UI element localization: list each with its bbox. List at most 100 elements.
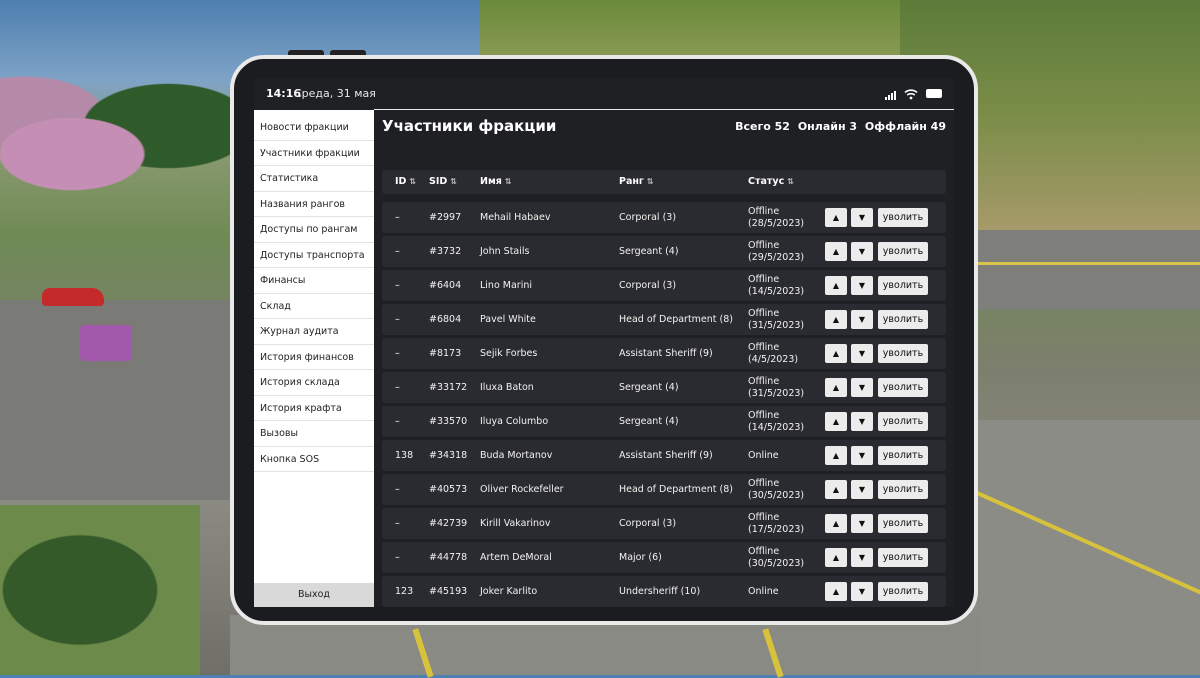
fire-button[interactable]: уволить — [878, 208, 928, 227]
tablet-screen: 14:16 Среда, 31 мая Новости фракции Участ… — [254, 79, 954, 607]
arrow-up-icon: ▲ — [832, 587, 840, 596]
sort-icon: ⇅ — [504, 177, 512, 186]
arrow-down-icon: ▼ — [858, 383, 866, 392]
sidebar-item[interactable]: История склада — [254, 370, 374, 396]
fire-button[interactable]: уволить — [878, 480, 928, 499]
sidebar-item[interactable]: Вызовы — [254, 421, 374, 447]
demote-button[interactable]: ▼ — [851, 514, 873, 533]
fire-button[interactable]: уволить — [878, 242, 928, 261]
fire-button[interactable]: уволить — [878, 514, 928, 533]
offline-count: Оффлайн 49 — [864, 120, 946, 133]
row-actions: ▲ ▼ уволить — [825, 344, 928, 363]
member-sid: #6404 — [429, 280, 462, 291]
status-bar: 14:16 Среда, 31 мая — [254, 79, 954, 109]
promote-button[interactable]: ▲ — [825, 310, 847, 329]
fire-button[interactable]: уволить — [878, 446, 928, 465]
fire-button[interactable]: уволить — [878, 344, 928, 363]
arrow-down-icon: ▼ — [858, 587, 866, 596]
fire-button[interactable]: уволить — [878, 378, 928, 397]
row-actions: ▲ ▼ уволить — [825, 276, 928, 295]
column-header-rank[interactable]: Ранг ⇅ — [619, 170, 654, 194]
sidebar-item[interactable]: Статистика — [254, 166, 374, 192]
promote-button[interactable]: ▲ — [825, 548, 847, 567]
demote-button[interactable]: ▼ — [851, 412, 873, 431]
demote-button[interactable]: ▼ — [851, 480, 873, 499]
status-date: (28/5/2023) — [748, 217, 805, 229]
promote-button[interactable]: ▲ — [825, 378, 847, 397]
fire-button[interactable]: уволить — [878, 412, 928, 431]
page-title: Участники фракции — [382, 117, 557, 135]
arrow-up-icon: ▲ — [832, 451, 840, 460]
member-status: Offline (14/5/2023) — [748, 406, 820, 437]
demote-button[interactable]: ▼ — [851, 276, 873, 295]
promote-button[interactable]: ▲ — [825, 412, 847, 431]
exit-button[interactable]: Выход — [254, 583, 374, 607]
battery-icon — [926, 89, 942, 98]
member-sid: #40573 — [429, 484, 468, 495]
member-rank: Corporal (3) — [619, 212, 677, 223]
demote-button[interactable]: ▼ — [851, 378, 873, 397]
member-sid: #8173 — [429, 348, 462, 359]
status-date: Среда, 31 мая — [294, 87, 376, 100]
sidebar-item[interactable]: Доступы по рангам — [254, 217, 374, 243]
demote-button[interactable]: ▼ — [851, 242, 873, 261]
arrow-down-icon: ▼ — [858, 485, 866, 494]
fire-button[interactable]: уволить — [878, 276, 928, 295]
sidebar-item[interactable]: История крафта — [254, 396, 374, 421]
sidebar-item[interactable]: Названия рангов — [254, 192, 374, 217]
sidebar: Новости фракции Участники фракции Статисти… — [254, 110, 374, 607]
sidebar-item[interactable]: Кнопка SOS — [254, 447, 374, 472]
table-row: 123 #45193 Joker Karlito Undersheriff (10) O… — [382, 576, 946, 607]
sidebar-item[interactable]: Склад — [254, 294, 374, 319]
member-rank: Sergeant (4) — [619, 246, 679, 257]
arrow-down-icon: ▼ — [858, 247, 866, 256]
member-rank: Head of Department (8) — [619, 314, 733, 325]
column-header-status[interactable]: Статус ⇅ — [748, 170, 794, 194]
table-row: – #44778 Artem DeMoral Major (6) Offline (30/… — [382, 542, 946, 573]
status-text: Offline — [748, 512, 780, 523]
arrow-up-icon: ▲ — [832, 485, 840, 494]
member-id: – — [395, 280, 400, 291]
status-text: Offline — [748, 240, 780, 251]
member-rank: Assistant Sheriff (9) — [619, 450, 713, 461]
table-row: – #2997 Mehail Habaev Corporal (3) Offline (2… — [382, 202, 946, 233]
fire-button[interactable]: уволить — [878, 582, 928, 601]
column-header-name[interactable]: Имя ⇅ — [480, 170, 512, 194]
demote-button[interactable]: ▼ — [851, 446, 873, 465]
demote-button[interactable]: ▼ — [851, 208, 873, 227]
promote-button[interactable]: ▲ — [825, 276, 847, 295]
member-sid: #34318 — [429, 450, 468, 461]
table-header: ID ⇅ SID ⇅ Имя ⇅ Ранг ⇅ Статус ⇅ — [382, 170, 946, 194]
demote-button[interactable]: ▼ — [851, 582, 873, 601]
member-rank: Undersheriff (10) — [619, 586, 701, 597]
sidebar-item[interactable]: Журнал аудита — [254, 319, 374, 345]
sidebar-item[interactable]: Участники фракции — [254, 141, 374, 166]
background-parking-lot — [970, 420, 1200, 675]
column-header-id[interactable]: ID ⇅ — [395, 170, 416, 194]
status-text: Offline — [748, 342, 780, 353]
fire-button[interactable]: уволить — [878, 548, 928, 567]
status-text: Offline — [748, 274, 780, 285]
column-header-sid[interactable]: SID ⇅ — [429, 170, 457, 194]
promote-button[interactable]: ▲ — [825, 480, 847, 499]
sidebar-item[interactable]: История финансов — [254, 345, 374, 370]
total-count: Всего 52 — [735, 120, 790, 133]
status-text: Offline — [748, 376, 780, 387]
sidebar-item[interactable]: Новости фракции — [254, 115, 374, 141]
promote-button[interactable]: ▲ — [825, 344, 847, 363]
member-id: – — [395, 246, 400, 257]
demote-button[interactable]: ▼ — [851, 344, 873, 363]
fire-button[interactable]: уволить — [878, 310, 928, 329]
sidebar-item[interactable]: Финансы — [254, 268, 374, 294]
table-row: – #42739 Kirill Vakarinov Corporal (3) Offli… — [382, 508, 946, 539]
promote-button[interactable]: ▲ — [825, 208, 847, 227]
promote-button[interactable]: ▲ — [825, 446, 847, 465]
promote-button[interactable]: ▲ — [825, 242, 847, 261]
arrow-up-icon: ▲ — [832, 519, 840, 528]
row-actions: ▲ ▼ уволить — [825, 548, 928, 567]
sidebar-item[interactable]: Доступы транспорта — [254, 243, 374, 268]
demote-button[interactable]: ▼ — [851, 310, 873, 329]
demote-button[interactable]: ▼ — [851, 548, 873, 567]
promote-button[interactable]: ▲ — [825, 582, 847, 601]
promote-button[interactable]: ▲ — [825, 514, 847, 533]
